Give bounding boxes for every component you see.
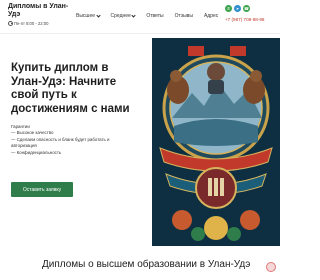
whatsapp-icon[interactable]: ✆ (225, 5, 232, 12)
section-title: Дипломы о высшем образовании в Улан-Удэ (42, 259, 251, 270)
nav-item-reviews[interactable]: Отзывы (175, 13, 193, 19)
social-links: ✆ ➤ ☎ (225, 5, 250, 12)
main-nav: Высшее Среднее Ответы Отзывы Адрес (76, 13, 229, 19)
nav-item-answers[interactable]: Ответы (146, 13, 163, 19)
nav-label: Ответы (146, 13, 164, 19)
nav-item-address[interactable]: Адрес (204, 13, 218, 19)
site-header: Дипломы в Улан-Удэ Пн-пт 8:00 - 22:00 Вы… (0, 0, 280, 34)
chevron-down-icon (95, 13, 101, 18)
nav-item-higher[interactable]: Высшее (76, 13, 101, 19)
hero-emblem-image (152, 38, 280, 246)
guarantee-item: — Конфиденциальность (11, 149, 62, 155)
brand-title[interactable]: Дипломы в Улан-Удэ (8, 3, 70, 19)
guarantees-list: Гарантии — Высокое качество — Сделаем оп… (11, 124, 131, 156)
working-hours: Пн-пт 8:00 - 22:00 (8, 21, 48, 26)
nav-label: Адрес (203, 13, 219, 19)
nav-item-secondary[interactable]: Среднее (111, 13, 136, 19)
telegram-icon[interactable]: ➤ (234, 5, 241, 12)
nav-label: Высшее (76, 13, 96, 19)
request-button[interactable]: Оставить заявку (11, 182, 73, 197)
hero-title: Купить диплом в Улан-Удэ: Начните свой п… (11, 62, 130, 115)
guarantee-item: — Сделаем опасность и бланк будет работа… (11, 136, 110, 149)
nav-label: Среднее (110, 13, 131, 19)
nav-label: Отзывы (174, 13, 193, 19)
brand[interactable]: Дипломы в Улан-Удэ Пн-пт 8:00 - 22:00 (8, 3, 70, 26)
phone-icon[interactable]: ☎ (243, 5, 250, 12)
phone-number[interactable]: +7 (987) 708-88-98 (225, 17, 264, 22)
clock-icon (8, 21, 13, 26)
chevron-down-icon (131, 13, 136, 18)
chat-widget-icon[interactable] (266, 262, 276, 272)
hours-text: Пн-пт 8:00 - 22:00 (14, 21, 49, 26)
